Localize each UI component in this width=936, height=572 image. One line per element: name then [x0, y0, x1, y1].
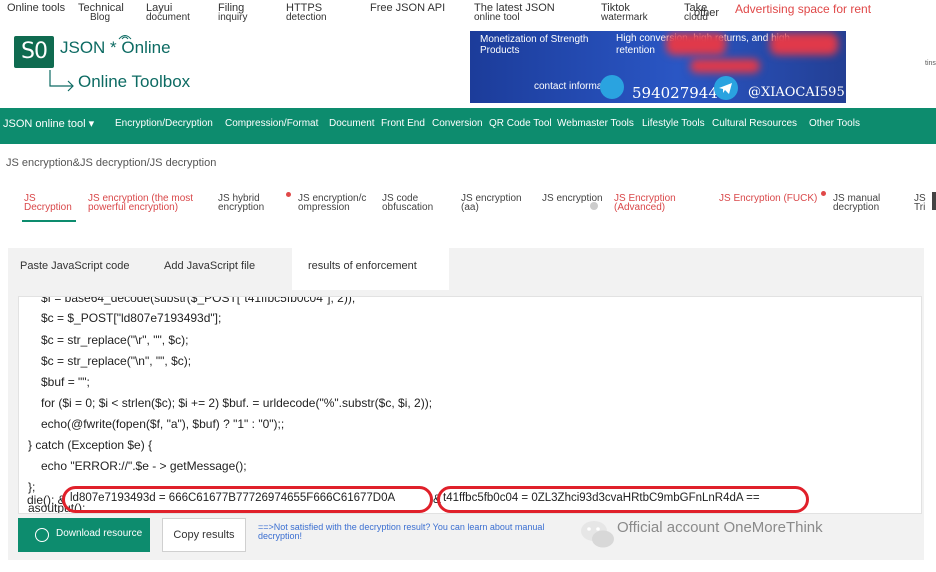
code-output[interactable]: $f = base64_decode(substr($_POST["t41ffb…: [18, 296, 922, 514]
breadcrumb: JS encryption&JS decryption/JS decryptio…: [6, 157, 217, 169]
top-nav: Online tools Technical Blog Layui document…: [0, 0, 936, 28]
banner-redacted-block: [770, 33, 838, 55]
top-nav-layui-document[interactable]: Layui document: [146, 3, 190, 23]
nav-encryption-decryption[interactable]: Encryption/Decryption: [115, 118, 213, 129]
chevron-down-icon: ▾: [88, 118, 95, 130]
nav-qr-code-tool[interactable]: QR Code Tool: [489, 118, 552, 129]
nav-json-online-tool[interactable]: JSON online tool ▾: [3, 117, 94, 130]
logo-text: S0: [21, 39, 48, 64]
tab-results[interactable]: results of enforcement: [308, 260, 417, 272]
top-nav-filing-inquiry[interactable]: Filing inquiry: [218, 3, 247, 23]
code-line: echo(@fwrite(fopen($f, "a"), $buf) ? "1"…: [41, 417, 285, 431]
top-nav-other[interactable]: other: [694, 8, 719, 19]
download-icon: [35, 528, 49, 542]
top-nav-free-json-api[interactable]: Free JSON API: [370, 3, 445, 14]
nav-cultural-resources[interactable]: Cultural Resources: [712, 118, 797, 129]
telegram-icon: [714, 76, 738, 100]
manual-decryption-link[interactable]: ==>Not satisfied with the decryption res…: [258, 523, 588, 541]
download-resource-button[interactable]: Download resource: [18, 518, 150, 552]
red-highlight-oval: [62, 486, 433, 513]
banner-redacted-block: [690, 59, 760, 73]
nav-conversion[interactable]: Conversion: [432, 118, 483, 129]
banner-number: 594027944: [632, 84, 718, 102]
divider-icon: [590, 202, 598, 210]
arrow-icon: [49, 70, 74, 92]
subtab-js-compression[interactable]: JS encryption/c ompression: [298, 194, 366, 213]
nav-webmaster-tools[interactable]: Webmaster Tools: [557, 118, 634, 129]
site-logo[interactable]: S0: [14, 36, 54, 68]
top-nav-tiktok-watermark[interactable]: Tiktok watermark: [601, 3, 648, 23]
nav-front-end[interactable]: Front End: [381, 118, 425, 129]
nav-lifestyle-tools[interactable]: Lifestyle Tools: [642, 118, 705, 129]
copy-results-button[interactable]: Copy results: [162, 518, 246, 552]
subtab-js-decryption[interactable]: JS Decryption: [24, 194, 72, 213]
nav-other-tools[interactable]: Other Tools: [809, 118, 860, 129]
brand-title: JSON * Online: [60, 38, 171, 57]
code-line: $buf = "";: [41, 375, 90, 389]
subtab-js-tri[interactable]: JS Tri: [914, 194, 926, 213]
sub-tabs: JS Decryption JS encryption (the most powe…: [0, 188, 936, 224]
wechat-icon: [581, 521, 614, 548]
new-badge-dot: [286, 192, 291, 197]
code-line: } catch (Exception $e) {: [28, 438, 153, 452]
subtab-js-encryption-fuck[interactable]: JS Encryption (FUCK): [719, 194, 817, 204]
wifi-icon: [118, 35, 132, 40]
banner-title: Monetization of Strength Products: [480, 34, 589, 56]
banner-redacted-block: [666, 33, 726, 55]
subtab-js-encryption-aa[interactable]: JS encryption (aa): [461, 194, 522, 213]
subtab-js-manual-decryption[interactable]: JS manual decryption: [833, 194, 880, 213]
subtab-js-obfuscation[interactable]: JS code obfuscation: [382, 194, 433, 213]
new-badge-dot: [821, 191, 826, 196]
subtab-js-encryption-powerful[interactable]: JS encryption (the most powerful encrypti…: [88, 194, 193, 213]
top-nav-https-detection[interactable]: HTTPS detection: [286, 3, 327, 23]
nav-document[interactable]: Document: [329, 118, 375, 129]
subtab-js-hybrid[interactable]: JS hybrid encryption: [218, 194, 264, 213]
top-nav-ad-link[interactable]: Advertising space for rent: [735, 3, 871, 15]
tab-add-file[interactable]: Add JavaScript file: [164, 260, 255, 272]
main-nav: JSON online tool ▾ Encryption/Decryption…: [0, 108, 936, 144]
top-nav-online-tools[interactable]: Online tools: [7, 3, 65, 14]
subtab-js-encryption-advanced[interactable]: JS Encryption (Advanced): [614, 194, 676, 213]
code-line: for ($i = 0; $i < strlen($c); $i += 2) $…: [41, 396, 433, 410]
banner-handle: @XIAOCAI595: [748, 85, 845, 100]
top-nav-technical-blog[interactable]: Technical Blog: [78, 3, 124, 23]
tab-paste-code[interactable]: Paste JavaScript code: [20, 260, 129, 272]
active-tab-underline: [22, 220, 76, 222]
result-panel: Paste JavaScript code Add JavaScript fil…: [8, 248, 924, 560]
top-nav-latest-json[interactable]: The latest JSON online tool: [474, 3, 555, 23]
red-highlight-oval: [437, 486, 809, 513]
right-edge-text: tins: [925, 60, 936, 67]
code-line: die(); &: [27, 493, 66, 507]
code-line: };: [28, 480, 36, 494]
code-line: $f = base64_decode(substr($_POST["t41ffb…: [41, 296, 356, 305]
code-line: $c = str_replace("\r", "", $c);: [41, 333, 189, 347]
telegram-icon: [600, 75, 624, 99]
code-line: echo "ERROR://".$e - > getMessage();: [41, 459, 247, 473]
official-account-watermark: Official account OneMoreThink: [617, 519, 823, 536]
code-line: $c = str_replace("\n", "", $c);: [41, 354, 192, 368]
brand-subtitle: Online Toolbox: [78, 72, 191, 91]
code-line: $c = $_POST["ld807e7193493d"];: [41, 311, 222, 325]
tabs-scrollbar[interactable]: [932, 192, 936, 210]
nav-compression-format[interactable]: Compression/Format: [225, 118, 318, 129]
ad-banner[interactable]: Monetization of Strength Products High c…: [470, 31, 846, 103]
